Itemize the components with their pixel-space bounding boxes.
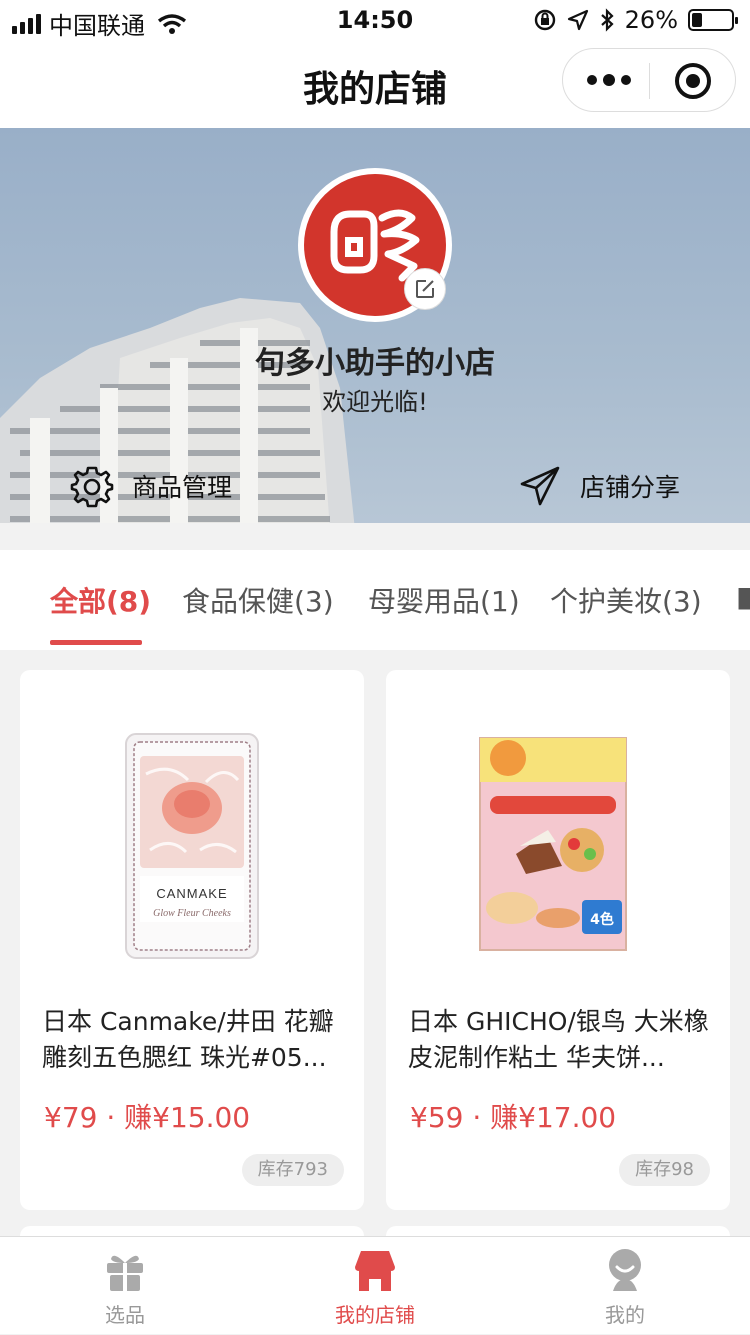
tab-all[interactable]: 全部(8) [50,580,151,620]
bluetooth-icon [600,8,614,32]
tabbar-label: 我的 [605,1303,645,1327]
tabbar-select-products[interactable]: 选品 [0,1237,250,1335]
shop-icon [355,1251,395,1291]
image-label-cheeks: Glow Fleur Cheeks [153,908,231,919]
battery-fill [692,13,702,27]
location-icon [567,9,588,31]
shop-name: 句多小助手的小店 [255,346,495,381]
product-stock: 库存98 [619,1154,710,1186]
navigation-bar: 我的店铺 [0,40,750,128]
product-name: 日本 GHICHO/银鸟 大米橡皮泥制作粘土 华夫饼... [408,1007,709,1072]
orientation-lock-icon [534,9,555,31]
capsule-divider [649,63,650,99]
battery-percent: 26% [624,6,678,34]
share-shop-button[interactable]: 店铺分享 [518,464,680,508]
share-shop-label: 店铺分享 [580,473,681,502]
edit-avatar-button[interactable] [404,268,446,310]
shop-banner: 句多小助手的小店 欢迎光临! 商品管理 店铺分享 [0,128,750,530]
product-stock: 库存793 [241,1154,344,1186]
tabbar-me[interactable]: 我的 [500,1237,750,1335]
gear-icon [70,466,114,508]
image-label-4-colors: 4色 [590,911,614,928]
battery-icon [688,9,738,31]
manage-products-button[interactable]: 商品管理 [70,464,232,508]
tabbar-label: 选品 [105,1303,145,1327]
tab-mother-baby[interactable]: 母婴用品(1) [368,580,520,620]
bottom-tab-bar: 选品 我的店铺 我的 [0,1236,750,1334]
status-bar: 中国联通 14:50 26% [0,0,750,40]
product-name: 日本 Canmake/井田 花瓣雕刻五色腮红 珠光#05... [42,1007,334,1072]
edit-icon [416,280,434,298]
mini-program-capsule [562,48,736,112]
more-icon[interactable] [587,74,631,86]
tabbar-my-shop[interactable]: 我的店铺 [250,1237,500,1335]
image-label-canmake: CANMAKE [156,886,227,901]
product-card[interactable]: CANMAKE Glow Fleur Cheeks 日本 Canmake/井田 … [20,670,364,1210]
send-icon [520,466,560,506]
shop-welcome-text: 欢迎光临! [322,388,428,416]
product-price: ¥59 · 赚¥17.00 [410,1101,617,1134]
product-price: ¥79 · 赚¥15.00 [44,1101,251,1134]
gift-icon [107,1255,143,1291]
close-miniprogram-icon[interactable] [675,63,711,99]
tab-personal-care[interactable]: 个护美妆(3) [550,580,702,620]
product-image-blush: CANMAKE Glow Fleur Cheeks [125,733,259,959]
product-image-clay: 4色 [479,737,627,951]
active-tab-indicator [50,640,142,645]
product-card[interactable]: 4色 日本 GHICHO/银鸟 大米橡皮泥制作粘土 华夫饼... ¥59 · 赚… [386,670,730,1210]
user-icon [609,1249,641,1291]
tab-more-partial: ■ [736,580,750,613]
manage-products-label: 商品管理 [132,473,233,502]
tab-food-health[interactable]: 食品保健(3) [182,580,334,620]
tabbar-label: 我的店铺 [335,1303,415,1327]
category-tabs: 全部(8) 食品保健(3) 母婴用品(1) 个护美妆(3) ■ [0,550,750,650]
status-right: 26% [533,6,738,34]
